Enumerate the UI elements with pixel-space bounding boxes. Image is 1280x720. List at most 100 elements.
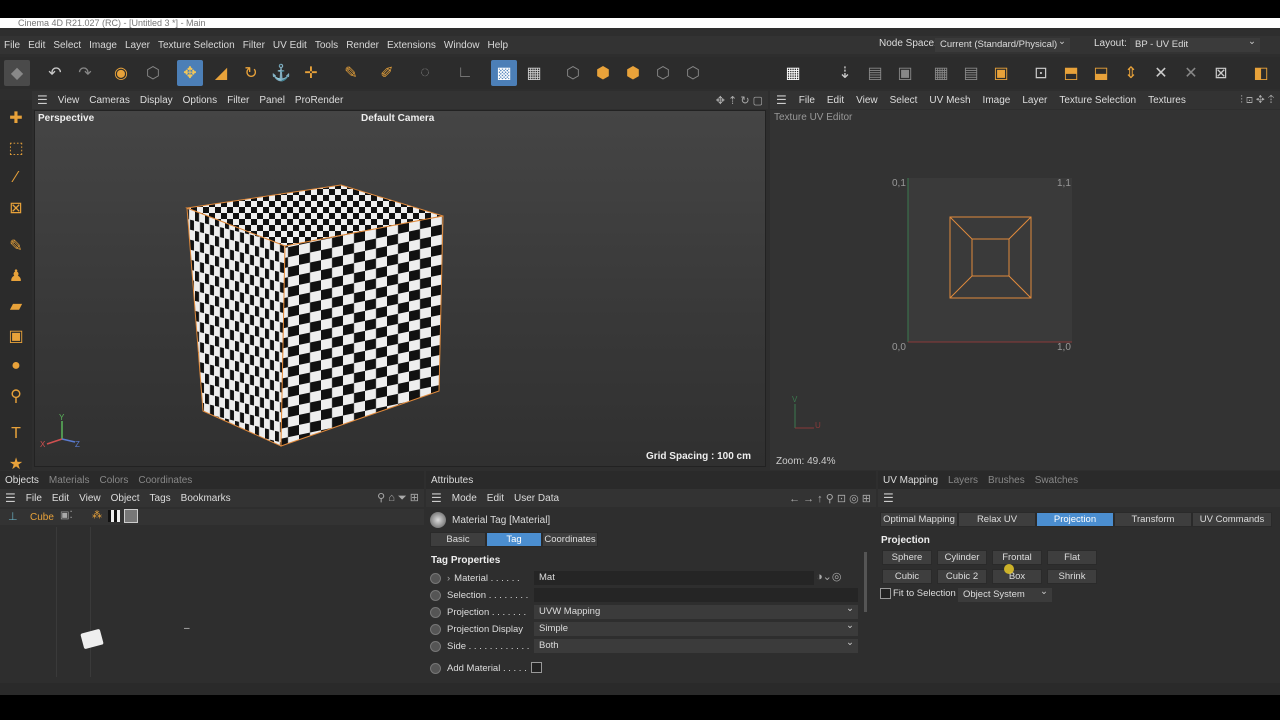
- uv-menu-uv-mesh[interactable]: UV Mesh: [923, 95, 976, 106]
- layout-select[interactable]: BP - UV Edit: [1130, 35, 1260, 52]
- uv-menu-edit[interactable]: Edit: [821, 95, 850, 106]
- menu-window[interactable]: Window: [440, 40, 484, 51]
- uv-nav-icons[interactable]: ⫶ ⊡ ✥ ⇡: [1234, 94, 1280, 107]
- nodespace-select[interactable]: Current (Standard/Physical): [935, 35, 1070, 52]
- object-row-cube[interactable]: ⊥ Cube ▣⁚ ⁂: [0, 509, 424, 525]
- tab-objects[interactable]: Objects: [0, 475, 44, 486]
- menu-extensions[interactable]: Extensions: [383, 40, 440, 51]
- objects-hamburger-icon[interactable]: ☰: [0, 491, 21, 505]
- text-icon[interactable]: T: [4, 422, 28, 446]
- live-select-icon[interactable]: ◉: [108, 60, 134, 86]
- checker-icon[interactable]: ▦: [521, 60, 547, 86]
- selection-anim-radio[interactable]: [430, 589, 441, 601]
- uv-tool-8-icon[interactable]: ⬒: [1058, 60, 1084, 86]
- viewport-hamburger-icon[interactable]: ☰: [32, 93, 53, 107]
- menu-file[interactable]: File: [0, 40, 24, 51]
- stamp-icon[interactable]: ♟: [4, 264, 28, 288]
- objects-menu-bookmarks[interactable]: Bookmarks: [176, 493, 236, 504]
- subtab-basic[interactable]: Basic: [430, 532, 486, 547]
- uv-tool-3-icon[interactable]: ▣: [892, 60, 918, 86]
- projection-display-anim-radio[interactable]: [430, 623, 441, 635]
- uv-menu-texture-selection[interactable]: Texture Selection: [1053, 95, 1142, 106]
- viewport-menu-view[interactable]: View: [53, 95, 85, 106]
- objects-menu-file[interactable]: File: [21, 493, 47, 504]
- material-picker-icon[interactable]: ◑⌄◎: [816, 570, 841, 583]
- redo-icon[interactable]: ↷: [72, 60, 98, 86]
- tab-attributes[interactable]: Attributes: [426, 475, 478, 486]
- material-tag-icon[interactable]: [108, 510, 120, 522]
- uv-tool-4-icon[interactable]: ▦: [928, 60, 954, 86]
- attributes-hamburger-icon[interactable]: ☰: [426, 491, 447, 505]
- viewport-menu-filter[interactable]: Filter: [222, 95, 254, 106]
- add-material-anim-radio[interactable]: [430, 662, 441, 674]
- viewport-menu-cameras[interactable]: Cameras: [84, 95, 135, 106]
- transform-icon[interactable]: ⚓: [268, 60, 294, 86]
- polygon-mode-icon[interactable]: ⬢: [620, 60, 646, 86]
- subtab-projection[interactable]: Projection: [1036, 512, 1114, 527]
- menu-uv-edit[interactable]: UV Edit: [269, 40, 311, 51]
- projection-anim-radio[interactable]: [430, 606, 441, 618]
- object-name[interactable]: Cube: [30, 512, 54, 523]
- selection-field[interactable]: [534, 588, 858, 602]
- magnifier-icon[interactable]: ⚲: [4, 384, 28, 408]
- flat-button[interactable]: Flat: [1047, 550, 1097, 565]
- uv-tool-5-icon[interactable]: ▤: [958, 60, 984, 86]
- projection-display-select[interactable]: Simple: [534, 619, 858, 636]
- selection-tool-icon[interactable]: ⊠: [4, 196, 28, 220]
- attributes-menu-mode[interactable]: Mode: [447, 493, 482, 504]
- tab-coordinates[interactable]: Coordinates: [133, 475, 197, 486]
- subtab-transform[interactable]: Transform: [1114, 512, 1192, 527]
- object-system-select[interactable]: Object System: [958, 585, 1052, 602]
- uv-polygons-icon[interactable]: ⬢: [590, 60, 616, 86]
- add-icon[interactable]: ✚: [4, 106, 28, 130]
- phong-tag-icon[interactable]: ⁂: [92, 510, 102, 521]
- subtab-coordinates[interactable]: Coordinates: [542, 532, 598, 547]
- cubic-button[interactable]: Cubic: [882, 569, 932, 584]
- object-visibility-icon[interactable]: ▣⁚: [60, 510, 73, 521]
- objects-search-icons[interactable]: ⚲ ⌂ ⏷ ⊞: [372, 491, 424, 505]
- subtab-uv-commands[interactable]: UV Commands: [1192, 512, 1272, 527]
- uv-menu-view[interactable]: View: [850, 95, 884, 106]
- uv-tool-11-icon[interactable]: ✕: [1148, 60, 1174, 86]
- viewport-nav-icons[interactable]: ✥ ⇡ ↻ ▢: [711, 94, 768, 107]
- tab-layers[interactable]: Layers: [943, 475, 983, 486]
- attributes-scrollbar[interactable]: [864, 552, 867, 612]
- box-select-icon[interactable]: ⬡: [140, 60, 166, 86]
- viewport-menu-options[interactable]: Options: [178, 95, 222, 106]
- tab-materials[interactable]: Materials: [44, 475, 95, 486]
- uv-tool-10-icon[interactable]: ⇕: [1118, 60, 1144, 86]
- magic-wand-icon[interactable]: ⁄: [4, 166, 28, 190]
- attributes-menu-edit[interactable]: Edit: [482, 493, 509, 504]
- box-button[interactable]: Box: [992, 569, 1042, 584]
- axis-icon[interactable]: ✛: [298, 60, 324, 86]
- objects-menu-object[interactable]: Object: [106, 493, 145, 504]
- cylinder-button[interactable]: Cylinder: [937, 550, 987, 565]
- uv-tool-13-icon[interactable]: ⊠: [1208, 60, 1234, 86]
- menu-image[interactable]: Image: [85, 40, 121, 51]
- menu-render[interactable]: Render: [342, 40, 383, 51]
- scale-icon[interactable]: ◢: [208, 60, 234, 86]
- texture-mode-icon[interactable]: ▩: [491, 60, 517, 86]
- uv-menu-textures[interactable]: Textures: [1142, 95, 1192, 106]
- menu-edit[interactable]: Edit: [24, 40, 49, 51]
- uv-tool-6-icon[interactable]: ▣: [988, 60, 1014, 86]
- cubic2-button[interactable]: Cubic 2: [937, 569, 987, 584]
- sphere-button[interactable]: Sphere: [882, 550, 932, 565]
- menu-tools[interactable]: Tools: [311, 40, 342, 51]
- objects-menu-edit[interactable]: Edit: [47, 493, 74, 504]
- material-preview-icon[interactable]: [124, 509, 138, 523]
- viewport-menu-display[interactable]: Display: [135, 95, 178, 106]
- uv-editor-canvas[interactable]: Texture UV Editor V U 0,1 1,1 0,0 1,0 Zo…: [770, 110, 1280, 470]
- angle-icon[interactable]: ∟: [452, 60, 478, 86]
- eraser-icon[interactable]: ▰: [4, 294, 28, 318]
- subtab-tag[interactable]: Tag: [486, 532, 542, 547]
- move-icon[interactable]: ✥: [177, 60, 203, 86]
- objects-menu-tags[interactable]: Tags: [145, 493, 176, 504]
- menu-select[interactable]: Select: [49, 40, 85, 51]
- material-anim-radio[interactable]: [430, 572, 441, 584]
- uv-tool-2-icon[interactable]: ▤: [862, 60, 888, 86]
- perspective-viewport[interactable]: Perspective Default Camera Y X Z Grid Sp…: [34, 110, 766, 467]
- menu-layer[interactable]: Layer: [121, 40, 154, 51]
- rect-selection-icon[interactable]: ⬚: [4, 136, 28, 160]
- point-mode-icon[interactable]: ⬡: [680, 60, 706, 86]
